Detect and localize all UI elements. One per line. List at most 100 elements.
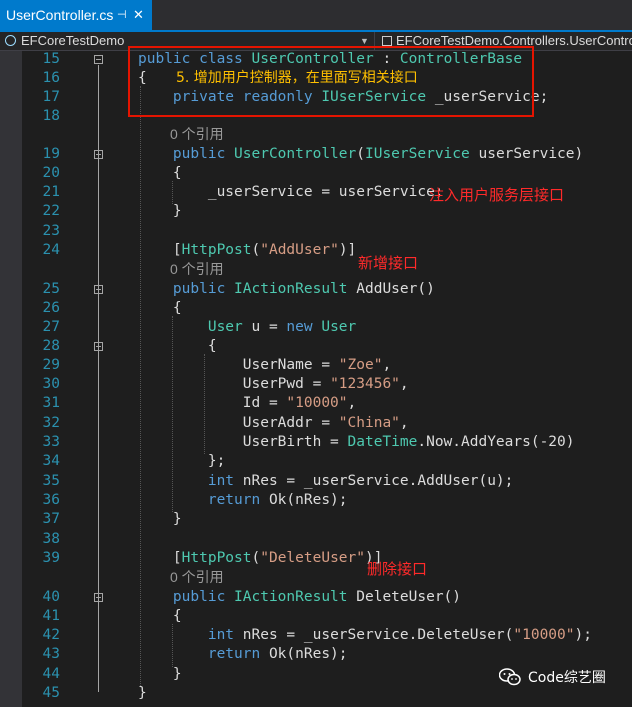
- code-token: (: [356, 146, 365, 162]
- code-text: {: [138, 607, 182, 626]
- indent-guide: [172, 316, 173, 512]
- tab-usercontroller[interactable]: UserController.cs ⊣ ✕: [0, 0, 152, 30]
- line-number: 28: [42, 338, 60, 354]
- code-text: }: [138, 665, 182, 684]
- code-token: UserPwd =: [138, 376, 331, 392]
- code-token: ,: [399, 376, 409, 392]
- indent-guide: [204, 354, 205, 454]
- code-line: 31 Id = "10000",: [0, 394, 632, 413]
- code-line: 20 {: [0, 164, 632, 183]
- code-line: 24 [HttpPost("AddUser")]: [0, 241, 632, 260]
- code-text: public IActionResult DeleteUser(): [138, 588, 461, 607]
- code-token: {: [138, 165, 182, 181]
- collapse-icon[interactable]: [94, 55, 103, 64]
- line-number: 23: [42, 223, 60, 239]
- line-number: 31: [42, 395, 60, 411]
- code-token: User: [207, 319, 243, 335]
- code-token: )]: [338, 242, 357, 258]
- code-text: [HttpPost("AddUser")]: [138, 241, 356, 260]
- line-number: 35: [42, 473, 60, 489]
- code-token: );: [574, 627, 592, 643]
- line-number: 43: [42, 646, 60, 662]
- line-number: 45: [42, 685, 60, 701]
- code-token: userService): [469, 146, 584, 162]
- code-token: int: [207, 627, 243, 643]
- line-number: 30: [42, 376, 60, 392]
- code-token: [: [138, 242, 182, 258]
- code-token: nRes = _userService.DeleteUser(: [242, 627, 514, 643]
- pin-icon[interactable]: ⊣: [117, 0, 127, 30]
- code-token: int: [207, 473, 243, 489]
- line-number: 38: [42, 531, 60, 547]
- code-token: public: [138, 146, 235, 162]
- code-line: 23: [0, 222, 632, 241]
- code-line: 26 {: [0, 299, 632, 318]
- outline-line: [98, 65, 99, 692]
- line-number: 41: [42, 608, 60, 624]
- code-token: (: [251, 550, 261, 566]
- line-number: 44: [42, 666, 60, 682]
- line-number: 37: [42, 511, 60, 527]
- code-token: public: [138, 589, 235, 605]
- code-token: nRes = _userService.AddUser(u);: [242, 473, 514, 489]
- code-token: };: [138, 453, 226, 469]
- code-text: return Ok(nRes);: [138, 491, 348, 510]
- line-number: 15: [42, 51, 60, 67]
- code-text: }: [138, 202, 182, 221]
- watermark: Code综艺圈: [498, 664, 606, 690]
- code-token: (: [251, 242, 261, 258]
- annotation-delete: 删除接口: [367, 560, 428, 578]
- code-token: "10000": [513, 627, 575, 643]
- code-token: "DeleteUser": [260, 550, 365, 566]
- code-token: "123456": [330, 376, 400, 392]
- code-text: public IActionResult AddUser(): [138, 280, 435, 299]
- annotation-add: 新增接口: [358, 254, 419, 272]
- code-token: AddUser(): [347, 281, 435, 297]
- code-token: return: [207, 492, 269, 508]
- indent-guide: [140, 86, 141, 686]
- code-token: {: [138, 300, 182, 316]
- indent-guide: [172, 181, 173, 204]
- code-token: Ok(nRes);: [268, 646, 348, 662]
- code-line: 34 };: [0, 452, 632, 471]
- close-icon[interactable]: ✕: [133, 0, 144, 30]
- code-token: IActionResult: [234, 589, 348, 605]
- code-line: 32 UserAddr = "China",: [0, 414, 632, 433]
- line-number: 29: [42, 357, 60, 373]
- code-token: }: [138, 203, 182, 219]
- code-text: };: [138, 452, 225, 471]
- code-token: IUserService: [364, 146, 470, 162]
- line-number: 22: [42, 203, 60, 219]
- code-token: User: [321, 319, 357, 335]
- code-token: .Now.AddYears(-20): [417, 434, 575, 450]
- code-token: Id =: [138, 395, 287, 411]
- code-text: {: [138, 299, 182, 318]
- codelens-references[interactable]: 0 个引用: [170, 567, 224, 587]
- code-line: 30 UserPwd = "123456",: [0, 375, 632, 394]
- code-line: 36 return Ok(nRes);: [0, 491, 632, 510]
- code-token: ,: [399, 415, 409, 431]
- class-icon: [382, 36, 392, 46]
- code-text: _userService = userService;: [138, 183, 444, 202]
- codelens-references[interactable]: 0 个引用: [170, 124, 224, 144]
- line-number: 16: [42, 70, 60, 86]
- code-text: User u = new User: [138, 318, 356, 337]
- code-text: }: [138, 684, 147, 703]
- code-token: }: [138, 511, 182, 527]
- code-line: 42 int nRes = _userService.DeleteUser("1…: [0, 626, 632, 645]
- code-line: 43 return Ok(nRes);: [0, 645, 632, 664]
- code-line: 41 {: [0, 607, 632, 626]
- code-text: Id = "10000",: [138, 394, 357, 413]
- line-number: 40: [42, 589, 60, 605]
- code-text: UserName = "Zoe",: [138, 356, 391, 375]
- code-line: 39 [HttpPost("DeleteUser")]: [0, 549, 632, 568]
- code-line: 33 UserBirth = DateTime.Now.AddYears(-20…: [0, 433, 632, 452]
- line-number: 32: [42, 415, 60, 431]
- wechat-icon: [498, 668, 521, 686]
- indent-guide: [172, 624, 173, 667]
- line-number: 34: [42, 453, 60, 469]
- line-number: 42: [42, 627, 60, 643]
- line-number: 27: [42, 319, 60, 335]
- code-token: "AddUser": [260, 242, 339, 258]
- codelens-references[interactable]: 0 个引用: [170, 259, 224, 279]
